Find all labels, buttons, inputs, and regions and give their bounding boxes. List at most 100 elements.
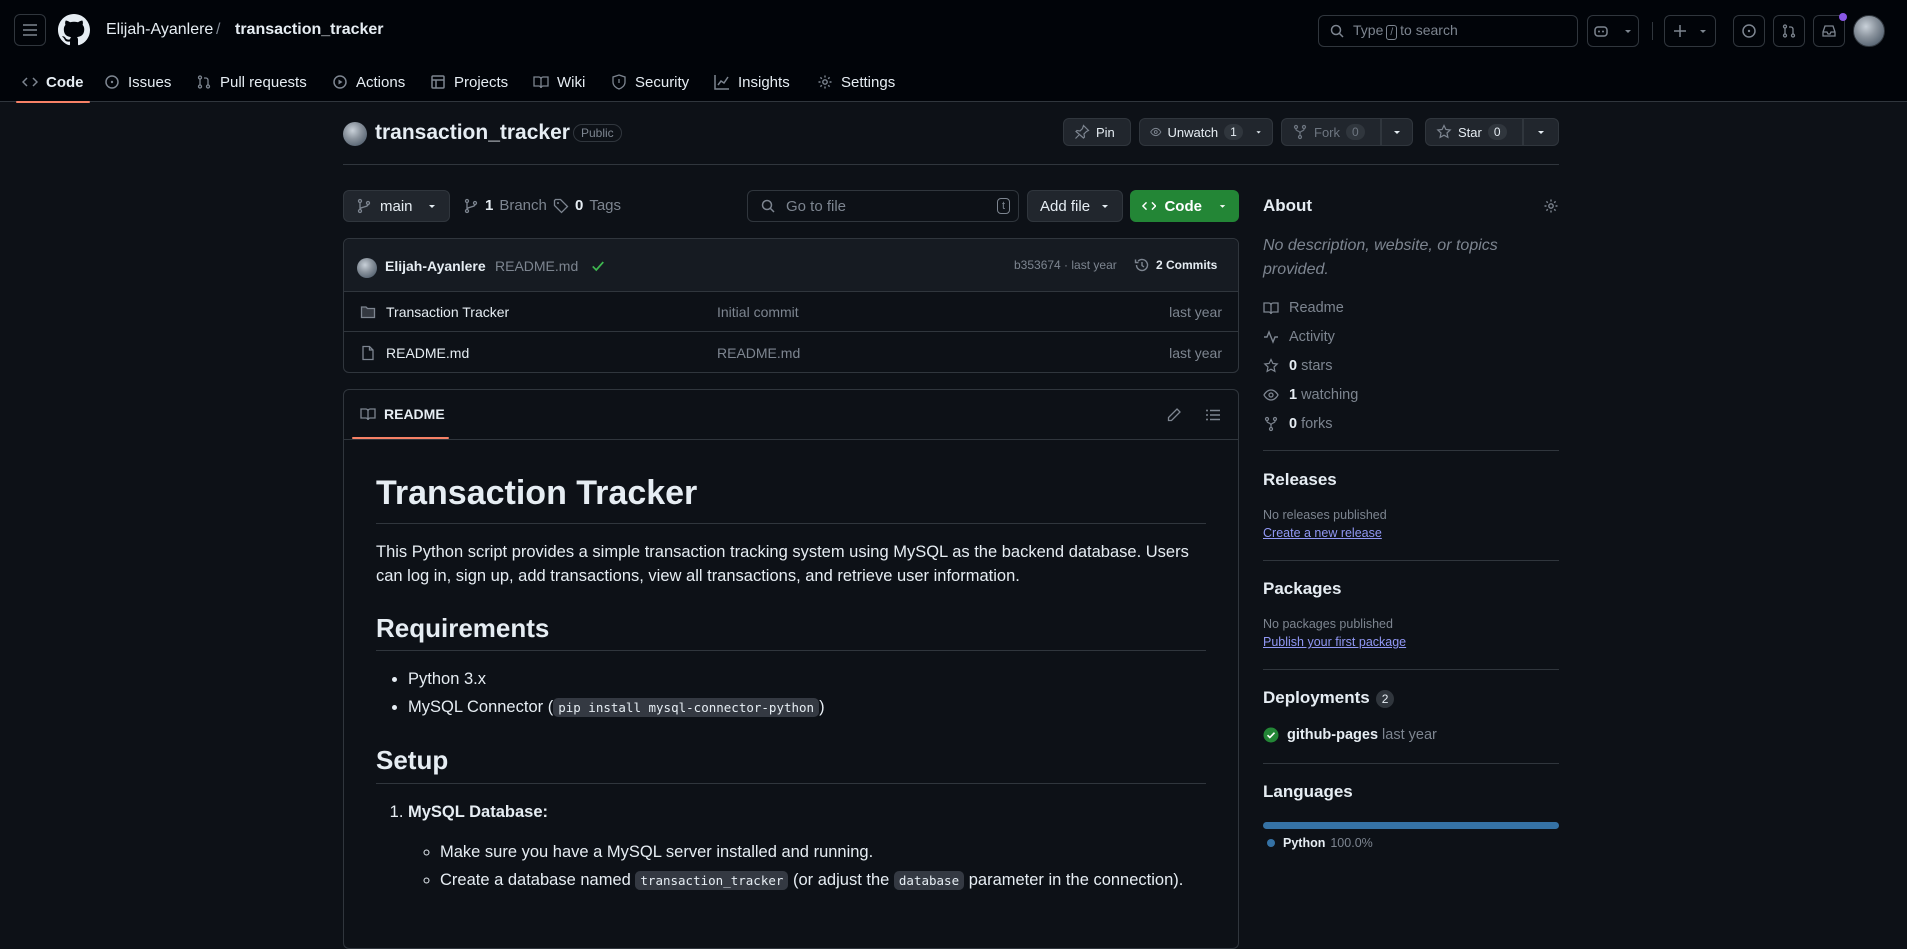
branch-count: 1 <box>485 197 494 214</box>
search-icon <box>1330 24 1344 38</box>
fork-dropdown-button[interactable] <box>1381 118 1413 146</box>
folder-icon <box>360 306 376 319</box>
code-button[interactable]: Code <box>1130 190 1239 222</box>
page-scrollbar[interactable] <box>1903 102 1907 927</box>
gear-icon[interactable] <box>1543 198 1559 214</box>
pull-requests-button[interactable] <box>1773 15 1805 47</box>
language-bar <box>1263 822 1559 829</box>
file-name[interactable]: README.md <box>386 345 469 361</box>
languages-heading: Languages <box>1263 782 1353 801</box>
language-percent: 100.0% <box>1330 836 1373 850</box>
eye-icon <box>1150 127 1162 137</box>
watching-link[interactable]: 1 watching <box>1263 387 1358 403</box>
table-row[interactable]: Transaction Tracker Initial commit last … <box>344 292 1238 332</box>
star-dropdown-button[interactable] <box>1523 118 1559 146</box>
commits-link[interactable]: 2 Commits <box>1134 257 1217 273</box>
readme-link[interactable]: Readme <box>1263 300 1344 316</box>
tag-count: 0 <box>575 197 584 214</box>
repo-title[interactable]: transaction_tracker <box>375 121 570 145</box>
tab-code[interactable]: Code <box>16 62 89 103</box>
shield-icon <box>612 74 626 90</box>
list-item: Make sure you have a MySQL server instal… <box>440 840 1206 864</box>
setup-list: MySQL Database: Make sure you have a MyS… <box>376 800 1206 893</box>
deployments-heading[interactable]: Deployments 2 <box>1263 688 1395 708</box>
latest-commit-row: Elijah-Ayanlere README.md b353674 · last… <box>344 239 1238 292</box>
tab-pull-requests[interactable]: Pull requests <box>196 62 307 102</box>
tab-insights[interactable]: Insights <box>714 62 790 102</box>
stars-link[interactable]: 0 stars <box>1263 358 1333 374</box>
stars-count: 0 <box>1289 358 1298 374</box>
forks-count: 0 <box>1289 416 1298 432</box>
issue-icon <box>105 75 119 89</box>
breadcrumb-owner[interactable]: Elijah-Ayanlere <box>106 21 213 39</box>
breadcrumb-repo[interactable]: transaction_tracker <box>235 21 384 39</box>
file-commit-message[interactable]: README.md <box>717 345 800 361</box>
star-count: 0 <box>1487 124 1507 140</box>
readme-header: README <box>344 390 1238 440</box>
pull-request-icon <box>197 75 211 89</box>
table-icon <box>431 75 445 89</box>
code-icon <box>22 77 38 87</box>
tab-settings[interactable]: Settings <box>817 62 895 102</box>
copilot-button[interactable] <box>1587 15 1639 47</box>
book-icon <box>1263 302 1279 315</box>
add-file-button[interactable]: Add file <box>1027 190 1124 222</box>
file-commit-message[interactable]: Initial commit <box>717 304 799 320</box>
packages-empty-text: No packages published <box>1263 617 1393 631</box>
fork-button[interactable]: Fork 0 <box>1281 118 1381 146</box>
language-item[interactable]: Python 100.0% <box>1267 836 1373 850</box>
publish-package-link[interactable]: Publish your first package <box>1263 635 1406 649</box>
commit-author[interactable]: Elijah-Ayanlere <box>385 258 486 274</box>
pulse-icon <box>1264 330 1278 344</box>
tab-projects[interactable]: Projects <box>430 62 508 102</box>
tab-actions[interactable]: Actions <box>332 62 405 102</box>
repo-owner-avatar[interactable] <box>343 122 367 146</box>
forks-link[interactable]: 0 forks <box>1263 416 1333 432</box>
chevron-down-icon <box>1256 131 1261 134</box>
gear-icon <box>818 75 832 89</box>
tags-link[interactable]: 0 Tags <box>553 197 621 214</box>
go-to-file-input[interactable]: Go to file t <box>747 190 1019 222</box>
tab-issues-label: Issues <box>128 73 172 91</box>
create-new-button[interactable] <box>1664 15 1716 47</box>
search-placeholder: Type / to search <box>1353 22 1458 40</box>
tab-issues[interactable]: Issues <box>104 62 171 102</box>
deployments-count: 2 <box>1375 689 1395 708</box>
fork-count: 0 <box>1346 124 1365 140</box>
releases-heading[interactable]: Releases <box>1263 470 1337 490</box>
readme-title: Transaction Tracker <box>376 472 1206 524</box>
inline-code: transaction_tracker <box>635 870 789 890</box>
check-icon[interactable] <box>591 259 605 273</box>
github-logo-icon[interactable] <box>58 14 90 46</box>
global-search-input[interactable]: Type / to search <box>1318 15 1578 47</box>
packages-heading[interactable]: Packages <box>1263 579 1341 599</box>
issues-button[interactable] <box>1733 15 1765 47</box>
menu-button[interactable] <box>14 14 46 46</box>
pull-request-icon <box>1782 24 1796 38</box>
sidebar-divider <box>1263 669 1559 670</box>
tab-wiki[interactable]: Wiki <box>533 62 585 102</box>
commit-hash-time[interactable]: b353674 · last year <box>1014 258 1117 272</box>
watching-label: watching <box>1301 387 1359 403</box>
user-avatar[interactable] <box>1853 15 1885 47</box>
branch-selector[interactable]: main <box>343 190 450 222</box>
commit-author-avatar[interactable] <box>357 258 377 278</box>
breadcrumb-separator: / <box>216 21 221 38</box>
create-release-link[interactable]: Create a new release <box>1263 526 1382 540</box>
list-outline-icon[interactable] <box>1205 407 1221 423</box>
readme-tab[interactable]: README <box>360 406 445 422</box>
activity-link[interactable]: Activity <box>1263 329 1335 345</box>
table-row[interactable]: README.md README.md last year <box>344 333 1238 373</box>
file-name[interactable]: Transaction Tracker <box>386 304 509 320</box>
tab-security[interactable]: Security <box>611 62 689 102</box>
unwatch-button[interactable]: Unwatch 1 <box>1139 118 1273 146</box>
search-icon <box>761 199 775 213</box>
chevron-down-icon <box>1219 205 1226 208</box>
commit-message[interactable]: README.md <box>495 258 578 274</box>
pencil-icon[interactable] <box>1166 407 1182 423</box>
pin-button[interactable]: Pin <box>1063 118 1131 146</box>
star-button[interactable]: Star 0 <box>1425 118 1523 146</box>
branches-link[interactable]: 1 Branch <box>463 197 547 214</box>
issue-opened-icon <box>1742 24 1756 38</box>
deployment-item[interactable]: github-pages last year <box>1263 727 1437 743</box>
